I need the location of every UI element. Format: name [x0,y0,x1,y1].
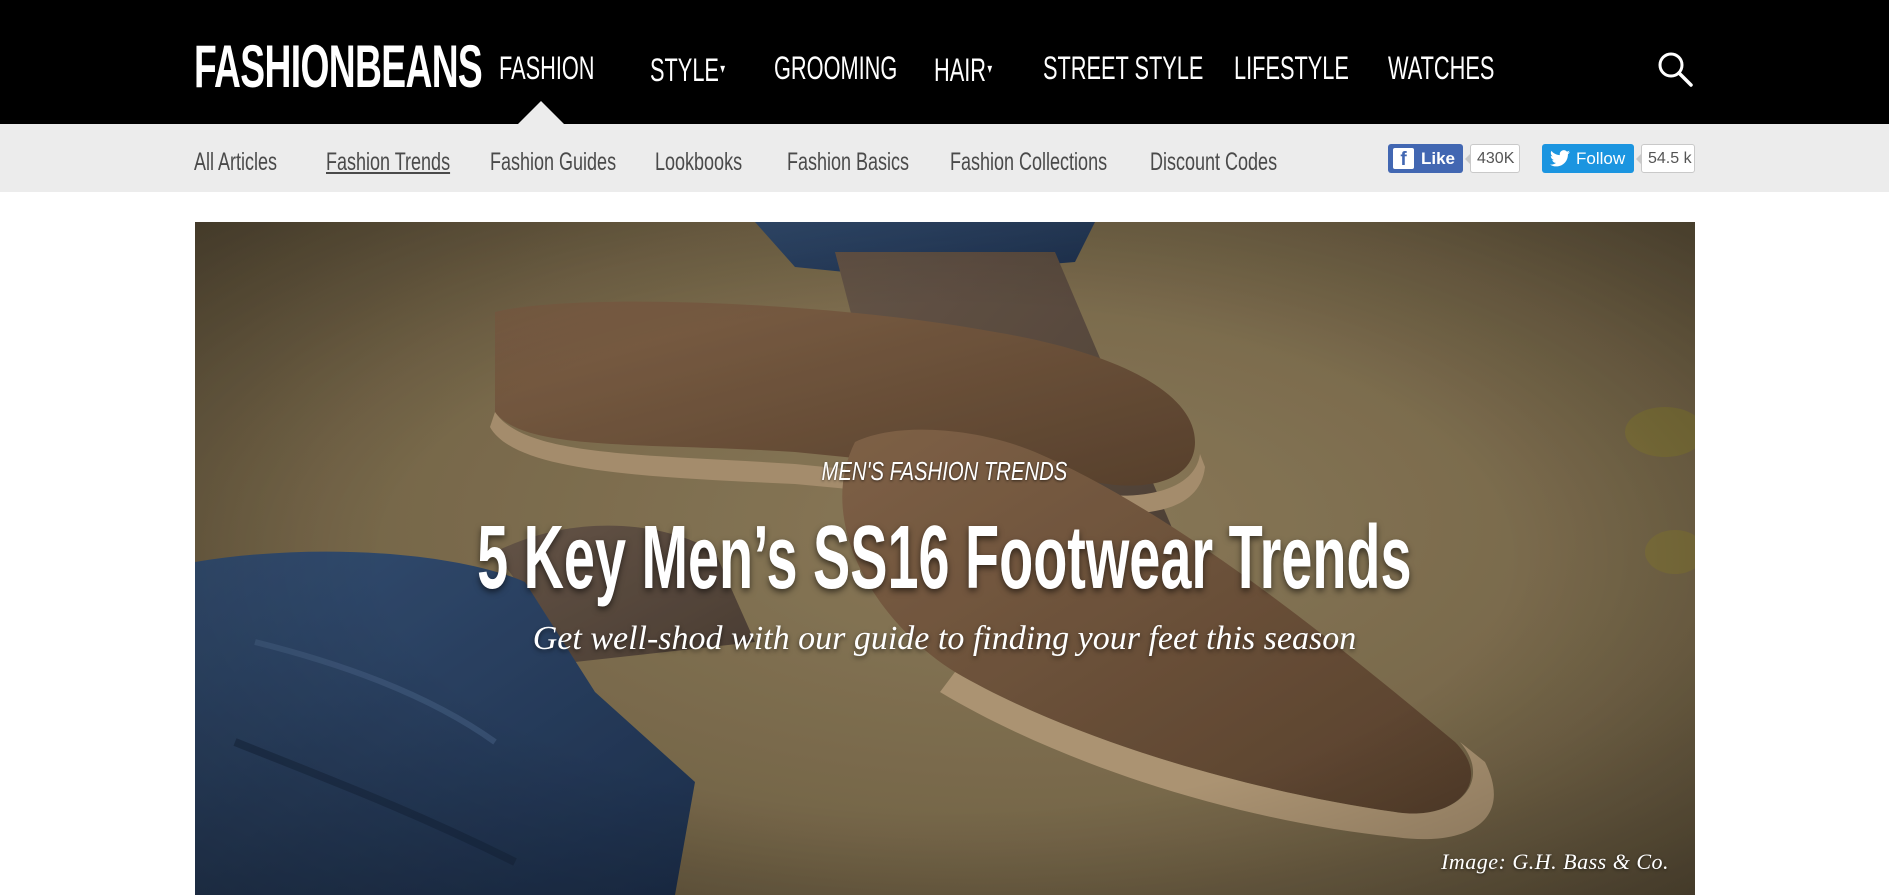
nav-item-watches[interactable]: WATCHES [1388,48,1494,88]
subnav-fashion-trends[interactable]: Fashion Trends [326,147,450,177]
nav-label: WATCHES [1388,50,1495,86]
facebook-like-label: Like [1421,149,1456,168]
nav-label: STYLE [650,52,719,88]
subnav-all-articles[interactable]: All Articles [194,147,277,177]
site-logo[interactable]: FASHIONBEANS [194,34,483,100]
nav-item-fashion[interactable]: FASHION [499,48,595,88]
nav-label: GROOMING [774,50,898,86]
nav-label: STREET STYLE [1043,50,1204,86]
search-icon[interactable] [1656,50,1694,88]
subnav-discount-codes[interactable]: Discount Codes [1150,147,1277,177]
twitter-follow-label: Follow [1576,149,1626,168]
nav-label: HAIR [934,52,986,88]
twitter-follower-count: 54.5 k [1636,144,1695,173]
nav-item-street-style[interactable]: STREET STYLE [1043,48,1203,88]
active-nav-indicator [518,101,564,124]
nav-item-style[interactable]: STYLE▾ [650,48,725,90]
subnav-lookbooks[interactable]: Lookbooks [655,147,742,177]
image-credit: Image: G.H. Bass & Co. [1441,849,1669,874]
facebook-icon: f [1393,148,1414,170]
twitter-bird-icon [1550,150,1570,167]
twitter-follow-button[interactable]: Follow [1542,144,1634,173]
facebook-like-count: 430K [1465,144,1520,173]
nav-item-grooming[interactable]: GROOMING [774,48,897,88]
dropdown-caret-icon: ▾ [720,60,726,76]
facebook-like-button[interactable]: f Like [1388,144,1463,173]
article-category[interactable]: MEN'S FASHION TRENDS [208,456,1681,486]
subnav-fashion-basics[interactable]: Fashion Basics [787,147,909,177]
nav-item-hair[interactable]: HAIR▾ [934,48,992,90]
subnav-fashion-guides[interactable]: Fashion Guides [490,147,616,177]
dropdown-caret-icon: ▾ [987,60,993,76]
nav-label: LIFESTYLE [1234,50,1349,86]
nav-label: FASHION [499,50,595,86]
article-title: 5 Key Men’s SS16 Footwear Trends [477,508,1412,608]
subnav-fashion-collections[interactable]: Fashion Collections [950,147,1107,177]
nav-item-lifestyle[interactable]: LIFESTYLE [1234,48,1349,88]
article-subtitle: Get well-shod with our guide to finding … [532,620,1357,657]
